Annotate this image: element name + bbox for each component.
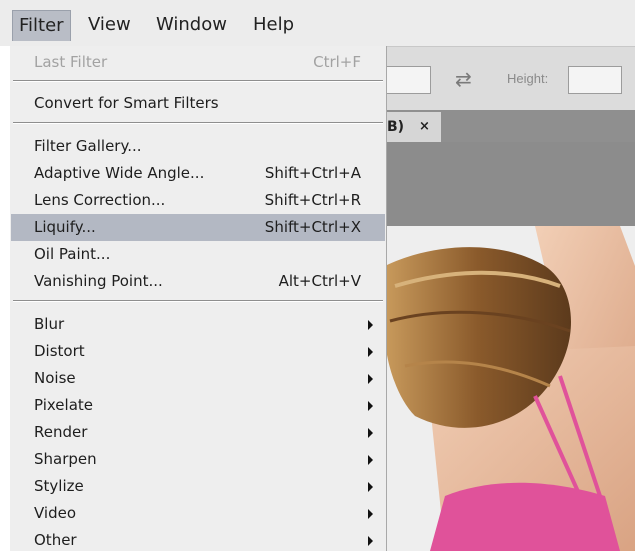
submenu-arrow-icon xyxy=(368,536,373,546)
width-input[interactable] xyxy=(385,66,431,94)
submenu-arrow-icon xyxy=(368,401,373,411)
menu-item-shortcut: Shift+Ctrl+A xyxy=(264,164,361,182)
menu-item-last-filter[interactable]: Last Filter Ctrl+F xyxy=(11,49,385,76)
menu-item-noise[interactable]: Noise xyxy=(11,365,385,392)
document-tab-strip: B) × xyxy=(385,110,635,142)
menu-item-label: Liquify... xyxy=(34,218,96,236)
menu-help[interactable]: Help xyxy=(247,10,300,40)
submenu-arrow-icon xyxy=(368,482,373,492)
submenu-arrow-icon xyxy=(368,320,373,330)
menu-item-liquify[interactable]: Liquify... Shift+Ctrl+X xyxy=(11,214,385,241)
close-icon[interactable]: × xyxy=(419,112,430,142)
menu-item-convert-smart-filters[interactable]: Convert for Smart Filters xyxy=(11,90,385,117)
menu-item-shortcut: Shift+Ctrl+X xyxy=(264,218,361,236)
menu-item-label: Adaptive Wide Angle... xyxy=(34,164,205,182)
menu-item-label: Vanishing Point... xyxy=(34,272,163,290)
menu-item-filter-gallery[interactable]: Filter Gallery... xyxy=(11,133,385,160)
submenu-arrow-icon xyxy=(368,374,373,384)
menu-item-label: Convert for Smart Filters xyxy=(34,94,219,112)
menu-item-oil-paint[interactable]: Oil Paint... xyxy=(11,241,385,268)
menu-item-label: Oil Paint... xyxy=(34,245,111,263)
menu-item-distort[interactable]: Distort xyxy=(11,338,385,365)
options-bar: ⇄ Height: xyxy=(385,46,635,111)
height-input[interactable] xyxy=(568,66,622,94)
menu-item-label: Distort xyxy=(34,342,85,360)
menu-item-label: Stylize xyxy=(34,477,84,495)
filter-dropdown-menu: Last Filter Ctrl+F Convert for Smart Fil… xyxy=(10,46,387,551)
menu-separator xyxy=(13,80,383,82)
menu-item-label: Other xyxy=(34,531,77,549)
menu-item-pixelate[interactable]: Pixelate xyxy=(11,392,385,419)
canvas-photo[interactable] xyxy=(385,226,635,551)
menu-item-label: Render xyxy=(34,423,88,441)
menu-item-adaptive-wide-angle[interactable]: Adaptive Wide Angle... Shift+Ctrl+A xyxy=(11,160,385,187)
menu-item-blur[interactable]: Blur xyxy=(11,311,385,338)
menu-item-lens-correction[interactable]: Lens Correction... Shift+Ctrl+R xyxy=(11,187,385,214)
menu-item-label: Lens Correction... xyxy=(34,191,166,209)
document-tab[interactable]: B) × xyxy=(385,112,441,142)
height-label: Height: xyxy=(507,71,549,86)
menu-item-shortcut: Shift+Ctrl+R xyxy=(264,191,361,209)
menu-separator xyxy=(13,300,383,302)
menu-item-shortcut: Ctrl+F xyxy=(313,53,361,71)
menu-item-label: Noise xyxy=(34,369,76,387)
menu-item-sharpen[interactable]: Sharpen xyxy=(11,446,385,473)
menu-item-stylize[interactable]: Stylize xyxy=(11,473,385,500)
document-tab-label: B) xyxy=(387,119,405,135)
menu-item-vanishing-point[interactable]: Vanishing Point... Alt+Ctrl+V xyxy=(11,268,385,295)
menu-window[interactable]: Window xyxy=(150,10,233,40)
menu-item-shortcut: Alt+Ctrl+V xyxy=(278,272,361,290)
menu-bar: Filter View Window Help xyxy=(0,0,635,46)
menu-filter[interactable]: Filter xyxy=(12,10,71,41)
menu-item-label: Video xyxy=(34,504,77,522)
menu-item-render[interactable]: Render xyxy=(11,419,385,446)
submenu-arrow-icon xyxy=(368,455,373,465)
menu-separator xyxy=(13,122,383,124)
swap-arrows-icon[interactable]: ⇄ xyxy=(455,67,472,91)
menu-item-label: Blur xyxy=(34,315,65,333)
menu-item-video[interactable]: Video xyxy=(11,500,385,527)
submenu-arrow-icon xyxy=(368,347,373,357)
menu-item-label: Filter Gallery... xyxy=(34,137,142,155)
photo-illustration xyxy=(385,226,635,551)
menu-view[interactable]: View xyxy=(82,10,137,40)
menu-item-label: Sharpen xyxy=(34,450,97,468)
submenu-arrow-icon xyxy=(368,509,373,519)
menu-item-other[interactable]: Other xyxy=(11,527,385,554)
menu-item-label: Pixelate xyxy=(34,396,93,414)
submenu-arrow-icon xyxy=(368,428,373,438)
menu-item-label: Last Filter xyxy=(34,53,108,71)
workspace-background xyxy=(385,142,635,226)
